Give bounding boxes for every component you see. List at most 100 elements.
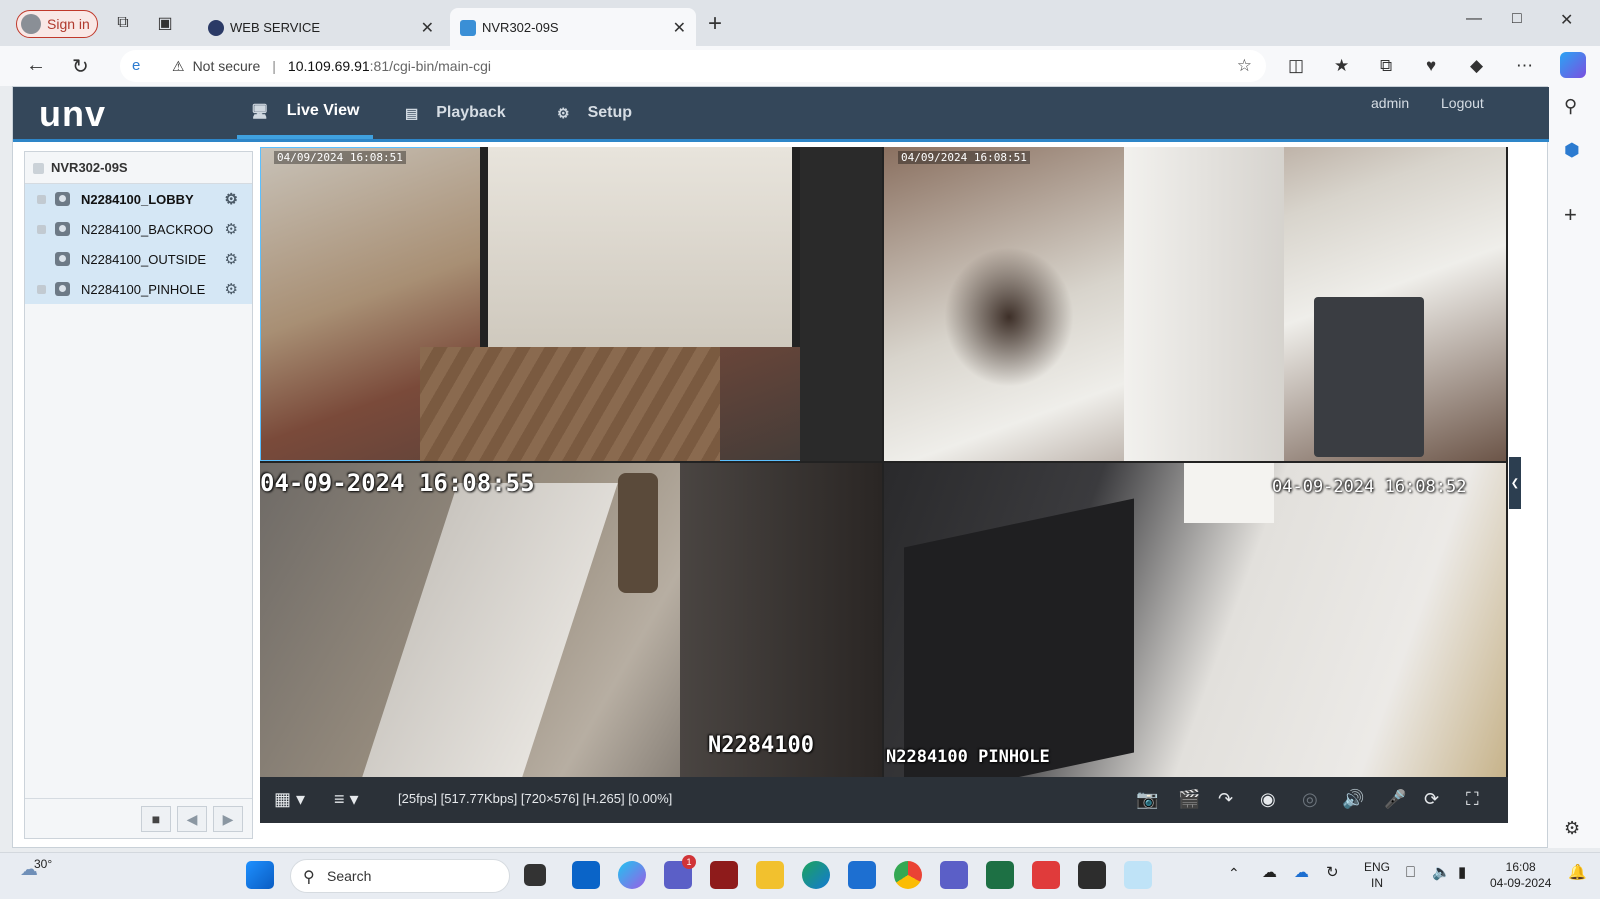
camera-item-lobby[interactable]: N2284100_LOBBY ⚙ (25, 184, 252, 214)
image-adjust-icon[interactable]: ◉ (1260, 789, 1276, 810)
back-icon[interactable]: ← (26, 54, 46, 77)
window-close-icon[interactable]: ✕ (1560, 10, 1573, 30)
network-icon[interactable]: ⎕ (1406, 865, 1415, 881)
tab-nvr[interactable]: NVR302-09S ✕ (450, 8, 696, 46)
stream-type-icon[interactable]: ≡ ▾ (334, 789, 359, 810)
camera-checkbox[interactable] (37, 195, 46, 204)
tray-overflow-icon[interactable]: ⌃ (1228, 865, 1240, 881)
sign-in-button[interactable]: Sign in (16, 10, 98, 38)
app-icon[interactable] (710, 861, 738, 889)
favorites-icon[interactable]: ★ (1334, 56, 1349, 76)
remote-desktop-icon[interactable] (1124, 861, 1152, 889)
talk-icon[interactable]: 🎤 (1384, 789, 1406, 810)
device-checkbox[interactable] (33, 163, 44, 174)
record-icon[interactable]: ⚙ (225, 250, 238, 268)
sidebar-add-icon[interactable]: + (1564, 202, 1577, 228)
maximize-icon[interactable]: □ (1512, 10, 1522, 28)
video-cell-pinhole[interactable]: 04-09-2024 16:08:52 N2284100 PINHOLE (884, 463, 1506, 777)
camera-checkbox[interactable] (37, 225, 46, 234)
new-tab-icon[interactable]: + (708, 10, 722, 38)
language-indicator[interactable]: ENG IN (1364, 859, 1390, 891)
video-cell-backroom[interactable]: 04/09/2024 16:08:51 (884, 147, 1506, 461)
video-cell-outside[interactable]: 04-09-2024 16:08:55 N2284100 (260, 463, 882, 777)
refresh-icon[interactable]: ↻ (72, 54, 89, 79)
minimize-icon[interactable]: — (1466, 10, 1482, 28)
tab-actions-icon[interactable]: ▣ (154, 12, 176, 34)
playback-icon: ▤ (405, 104, 419, 121)
split-screen-icon[interactable]: ◫ (1288, 56, 1304, 76)
audio-icon[interactable]: 🔊 (1342, 789, 1364, 810)
logout-link[interactable]: Logout (1441, 95, 1484, 111)
terminal-icon[interactable] (1078, 861, 1106, 889)
excel-icon[interactable] (986, 861, 1014, 889)
camera-item-outside[interactable]: N2284100_OUTSIDE ⚙ (25, 244, 252, 274)
camera-checkbox[interactable] (37, 285, 46, 294)
cloud-sync-icon[interactable]: ☁ (1294, 865, 1309, 881)
more-menu-icon[interactable]: ⋯ (1516, 56, 1533, 76)
volume-icon[interactable]: 🔈 (1432, 865, 1451, 881)
warning-icon[interactable]: ⚠ (172, 58, 185, 75)
nav-playback[interactable]: ▤ Playback (391, 87, 520, 139)
copilot-app-icon[interactable] (618, 861, 646, 889)
security-status[interactable]: Not secure (193, 58, 261, 74)
snapshot-icon[interactable]: 📷 (1136, 789, 1158, 810)
digital-zoom-icon[interactable]: ◎ (1302, 789, 1318, 810)
tab-web-service[interactable]: WEB SERVICE ✕ (198, 8, 444, 46)
anydesk-icon[interactable] (1032, 861, 1060, 889)
profile-avatar-icon (21, 14, 41, 34)
close-tab-icon[interactable]: ✕ (673, 18, 686, 38)
close-tab-icon[interactable]: ✕ (421, 18, 434, 38)
sidebar-app-icon[interactable]: ⬢ (1564, 140, 1580, 161)
favorite-star-icon[interactable]: ☆ (1237, 56, 1252, 76)
teams-icon[interactable]: 1 (664, 855, 696, 889)
clock[interactable]: 16:08 04-09-2024 (1490, 859, 1551, 891)
chrome-icon[interactable] (894, 861, 922, 889)
camera-name: N2284100_PINHOLE (81, 281, 206, 297)
video-cell-lobby[interactable]: 04/09/2024 16:08:51 (260, 147, 882, 461)
file-explorer-icon[interactable] (756, 861, 784, 889)
camera-item-pinhole[interactable]: N2284100_PINHOLE ⚙ (25, 274, 252, 304)
temperature: 30° (34, 857, 53, 871)
stop-all-button[interactable]: ■ (141, 806, 171, 832)
camera-item-backroom[interactable]: N2284100_BACKROO ⚙ (25, 214, 252, 244)
user-name[interactable]: admin (1371, 95, 1409, 111)
outlook-icon[interactable] (572, 861, 600, 889)
start-icon[interactable] (246, 861, 274, 889)
extension-icon[interactable]: ◆ (1470, 56, 1483, 76)
url-separator: | (272, 58, 276, 74)
previous-page-button[interactable]: ◀ (177, 806, 207, 832)
task-view-icon[interactable] (524, 864, 546, 886)
sidebar-settings-icon[interactable]: ⚙ (1564, 818, 1580, 839)
record-icon[interactable]: ⚙ (225, 190, 238, 208)
weather-widget[interactable]: ☁ 30° (20, 857, 52, 880)
collapse-panel-icon[interactable]: ❮ (1509, 457, 1521, 509)
edge-icon[interactable] (802, 861, 830, 889)
osd-timestamp: 04/09/2024 16:08:51 (274, 151, 406, 164)
copilot-icon[interactable] (1560, 52, 1586, 78)
layout-grid-icon[interactable]: ▦ ▾ (274, 789, 305, 810)
backroom-door (1124, 147, 1284, 461)
notification-bell-icon[interactable]: 🔔 (1568, 865, 1587, 881)
battery-icon[interactable]: ▮ (1458, 865, 1466, 881)
store-icon[interactable] (848, 861, 876, 889)
sidebar-search-icon[interactable]: ⚲ (1564, 96, 1577, 117)
nav-live-view[interactable]: 🖥 Live View (237, 87, 374, 139)
url-field[interactable]: e ⚠ Not secure | 10.109.69.91 :81/cgi-bi… (120, 50, 1266, 82)
taskbar-search[interactable]: ⚲ Search (290, 859, 510, 893)
fullscreen-icon[interactable]: ⛶ (1466, 789, 1479, 810)
nav-setup[interactable]: ⚙ Setup (543, 87, 646, 139)
next-page-button[interactable]: ▶ (213, 806, 243, 832)
camera-icon (55, 222, 70, 236)
record-icon[interactable]: ⚙ (225, 220, 238, 238)
ptz-icon[interactable]: ↷ (1218, 789, 1233, 810)
teams-work-icon[interactable] (940, 861, 968, 889)
record-clip-icon[interactable]: 🎬 (1178, 789, 1200, 810)
onedrive-icon[interactable]: ☁ (1262, 865, 1277, 881)
device-root[interactable]: NVR302-09S (25, 152, 252, 184)
instant-playback-icon[interactable]: ⟳ (1424, 789, 1439, 810)
collections-icon[interactable]: ⧉ (1380, 56, 1392, 76)
record-icon[interactable]: ⚙ (225, 280, 238, 298)
workspaces-icon[interactable]: ⧉ (112, 12, 134, 34)
browser-essentials-icon[interactable]: ♥ (1426, 56, 1436, 76)
sync-icon[interactable]: ↻ (1326, 865, 1339, 881)
